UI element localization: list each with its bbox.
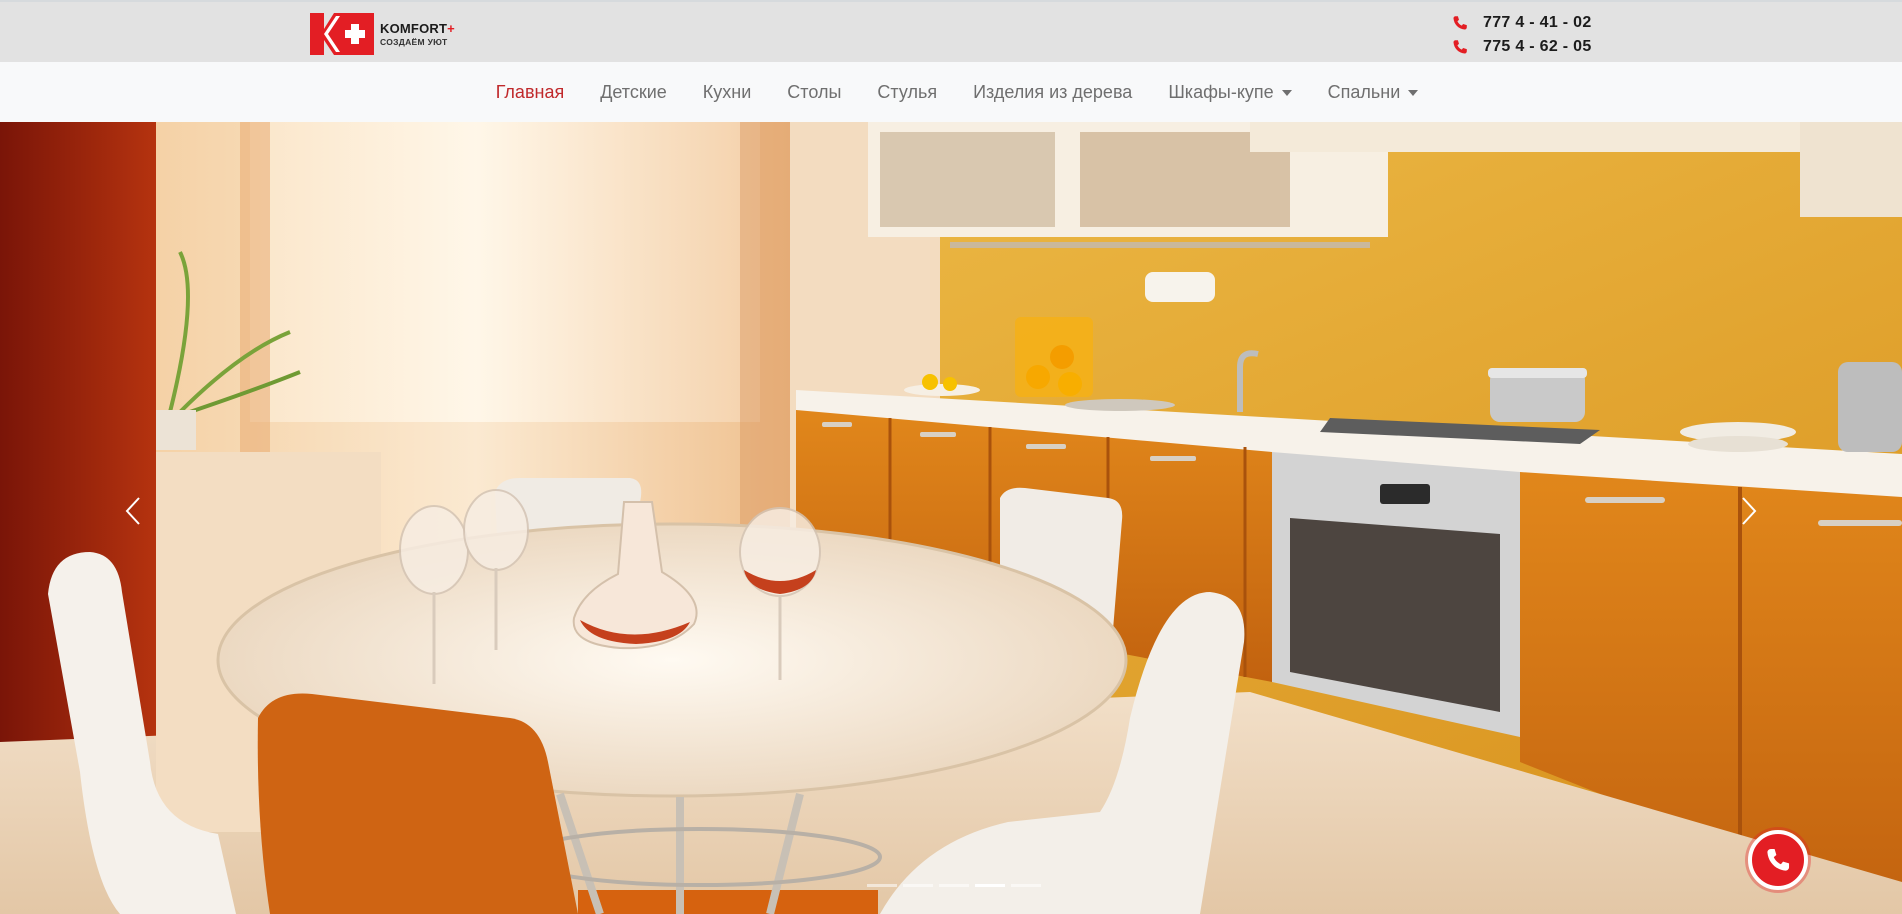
logo[interactable]: KOMFORT+ СОЗДАЁМ УЮТ (310, 13, 455, 55)
phone-item[interactable]: 777 4 - 41 - 02 (1452, 11, 1592, 35)
phone-number[interactable]: 777 4 - 41 - 02 (1483, 14, 1592, 32)
hero-slider (0, 122, 1902, 914)
phone-icon (1453, 16, 1467, 30)
slider-indicator[interactable] (939, 884, 969, 887)
slider-indicator-active[interactable] (975, 884, 1005, 887)
top-bar: KOMFORT+ СОЗДАЁМ УЮТ 777 4 - 41 - 02 775… (0, 0, 1902, 62)
phone-number[interactable]: 775 4 - 62 - 05 (1483, 38, 1592, 56)
slider-prev-button[interactable] (124, 496, 164, 536)
brand-plus: + (447, 20, 455, 36)
nav-item-kitchens[interactable]: Кухни (685, 82, 769, 103)
chevron-left-icon (125, 497, 140, 525)
brand-name: KOMFORT (380, 20, 448, 36)
slide-image (0, 122, 1902, 914)
nav-item-tables[interactable]: Столы (769, 82, 859, 103)
brand-slogan: СОЗДАЁМ УЮТ (380, 36, 448, 47)
logo-icon (310, 13, 374, 55)
slider-next-button[interactable] (1740, 496, 1780, 536)
phone-list: 777 4 - 41 - 02 775 4 - 62 - 05 (1452, 11, 1592, 59)
slider-indicators (864, 884, 1044, 887)
nav-item-chairs[interactable]: Стулья (859, 82, 955, 103)
chevron-down-icon (1281, 90, 1292, 96)
nav-item-wardrobes[interactable]: Шкафы-купе (1150, 82, 1309, 103)
chevron-down-icon (1408, 90, 1419, 96)
slider-indicator[interactable] (1011, 884, 1041, 887)
slider-indicator[interactable] (867, 884, 897, 887)
main-nav: Главная Детские Кухни Столы Стулья Издел… (0, 62, 1902, 122)
phone-icon (1767, 848, 1790, 871)
nav-item-home[interactable]: Главная (478, 82, 583, 103)
nav-item-wood-products[interactable]: Изделия из дерева (955, 82, 1150, 103)
phone-icon (1453, 40, 1467, 54)
nav-item-bedrooms[interactable]: Спальни (1310, 82, 1437, 103)
slider-indicator[interactable] (903, 884, 933, 887)
call-button[interactable] (1748, 830, 1808, 890)
chevron-right-icon (1742, 497, 1757, 525)
nav-item-label: Спальни (1327, 81, 1401, 102)
phone-item[interactable]: 775 4 - 62 - 05 (1452, 35, 1592, 59)
nav-item-label: Шкафы-купе (1168, 81, 1274, 102)
nav-item-kids[interactable]: Детские (582, 82, 685, 103)
